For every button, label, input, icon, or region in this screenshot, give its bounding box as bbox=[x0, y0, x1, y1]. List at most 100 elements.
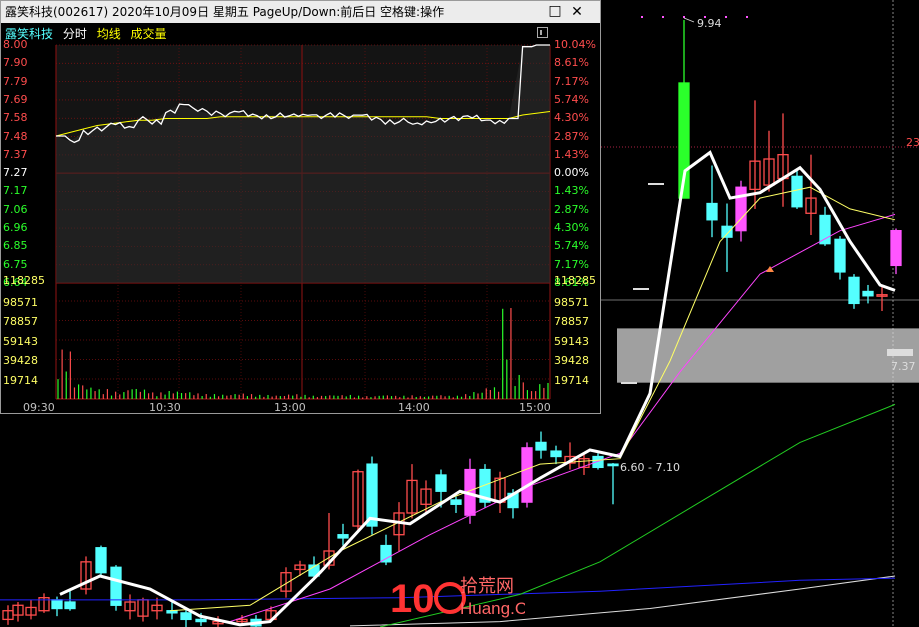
volume-tick-right: 39428 bbox=[554, 354, 589, 367]
top-dot bbox=[641, 16, 643, 18]
panel-toggle-icon[interactable] bbox=[537, 27, 548, 38]
price-tick-left: 7.27 bbox=[3, 166, 28, 180]
candle-body bbox=[195, 618, 207, 623]
price-tick-left: 6.96 bbox=[3, 221, 28, 235]
candle bbox=[876, 284, 888, 312]
time-tick: 09:30 bbox=[23, 401, 55, 414]
candle-body bbox=[834, 238, 846, 273]
candle bbox=[95, 545, 107, 576]
price-tick-left: 7.58 bbox=[3, 111, 28, 125]
candle bbox=[763, 130, 775, 192]
candle bbox=[535, 431, 547, 459]
top-dot bbox=[725, 16, 727, 18]
pct-tick-right: 5.74% bbox=[554, 92, 589, 106]
candle bbox=[406, 464, 418, 519]
watermark-en: Huang.CN bbox=[460, 599, 525, 618]
watermark-logo: 10 拾荒网 Huang.CN bbox=[390, 572, 539, 622]
candle bbox=[735, 180, 747, 242]
candle bbox=[151, 597, 163, 620]
candle bbox=[550, 445, 562, 465]
price-tick-left: 6.85 bbox=[3, 239, 28, 253]
candle-body bbox=[721, 225, 733, 238]
price-tick-left: 8.00 bbox=[3, 38, 28, 51]
range-label: 6.60 - 7.10 bbox=[620, 461, 680, 474]
candle-body bbox=[95, 547, 107, 574]
watermark-cn: 拾荒网 bbox=[460, 576, 514, 597]
legend-volume[interactable]: 成交量 bbox=[131, 27, 167, 41]
candle bbox=[80, 556, 92, 595]
candle-body bbox=[890, 230, 902, 267]
pct-tick-right: 2.87% bbox=[554, 129, 589, 143]
volume-tick-left: 98571 bbox=[3, 295, 38, 309]
price-tick-left: 7.79 bbox=[3, 74, 28, 88]
candle-body bbox=[862, 290, 874, 297]
candle bbox=[607, 463, 619, 505]
candle bbox=[12, 602, 24, 622]
price-tick-left: 7.69 bbox=[3, 92, 28, 106]
candle-body bbox=[380, 544, 392, 563]
candle-body bbox=[819, 214, 831, 245]
candle bbox=[450, 496, 462, 513]
volume-tick-right: 78857 bbox=[554, 315, 589, 328]
candle-body bbox=[180, 612, 192, 621]
intraday-chart[interactable] bbox=[1, 1, 600, 413]
current-price-tag bbox=[887, 349, 913, 356]
candle-body bbox=[535, 441, 547, 451]
candle bbox=[124, 594, 136, 620]
intraday-popup-window[interactable]: 露笑科技(002617) 2020年10月09日 星期五 PageUp/Down… bbox=[0, 0, 601, 414]
volume-tick-left: 78857 bbox=[3, 315, 38, 328]
candle bbox=[38, 593, 50, 613]
candle-body bbox=[550, 450, 562, 458]
volume-tick-right: 59143 bbox=[554, 334, 589, 348]
candle bbox=[137, 597, 149, 622]
volume-tick-left: 19714 bbox=[3, 373, 38, 387]
candle bbox=[420, 480, 432, 513]
high-pointer bbox=[683, 17, 695, 23]
candle bbox=[464, 458, 476, 524]
candle-body bbox=[366, 463, 378, 527]
legend-avg[interactable]: 均线 bbox=[97, 27, 121, 41]
edge-number: 23 bbox=[906, 136, 919, 149]
candle-body bbox=[706, 202, 718, 221]
high-label: 9.94 bbox=[697, 17, 722, 30]
watermark-gear-icon: 10 拾荒网 Huang.CN bbox=[390, 576, 539, 621]
candle-body bbox=[592, 455, 604, 469]
candle-body bbox=[450, 499, 462, 505]
pct-tick-right: 5.74% bbox=[554, 239, 589, 253]
pct-tick-right: 0.00% bbox=[554, 166, 589, 180]
candle bbox=[393, 502, 405, 551]
volume-tick-left: 118285 bbox=[3, 274, 45, 287]
top-dot bbox=[683, 16, 685, 18]
price-tick-left: 7.48 bbox=[3, 129, 28, 143]
candle bbox=[805, 154, 817, 236]
pct-tick-right: 10.04% bbox=[554, 38, 596, 51]
candle bbox=[110, 565, 122, 611]
price-tick-left: 7.17 bbox=[3, 184, 28, 198]
time-tick: 10:30 bbox=[149, 401, 181, 414]
candle bbox=[25, 599, 37, 620]
candle bbox=[2, 605, 14, 625]
candle-body bbox=[791, 175, 803, 208]
pct-tick-right: 8.61% bbox=[554, 56, 589, 70]
volume-tick-right: 98571 bbox=[554, 295, 589, 309]
pct-tick-right: 1.43% bbox=[554, 147, 589, 161]
candle-body bbox=[521, 447, 533, 503]
top-dot bbox=[746, 16, 748, 18]
price-tick-left: 6.75 bbox=[3, 257, 28, 271]
flat-marker bbox=[621, 382, 637, 384]
candle bbox=[706, 165, 718, 238]
candle-body bbox=[337, 534, 349, 539]
candle bbox=[352, 469, 364, 533]
candle-body bbox=[435, 474, 447, 492]
pct-tick-right: 7.17% bbox=[554, 257, 589, 271]
candle-body bbox=[848, 276, 860, 305]
candle bbox=[250, 615, 262, 627]
flat-marker bbox=[633, 288, 649, 290]
top-dot bbox=[662, 16, 664, 18]
current-price-label: 7.37 bbox=[891, 360, 916, 373]
legend-minute[interactable]: 分时 bbox=[63, 27, 87, 41]
price-range-box bbox=[617, 328, 919, 383]
candle-body bbox=[735, 186, 747, 232]
candle bbox=[834, 236, 846, 280]
candle-body bbox=[607, 463, 619, 467]
